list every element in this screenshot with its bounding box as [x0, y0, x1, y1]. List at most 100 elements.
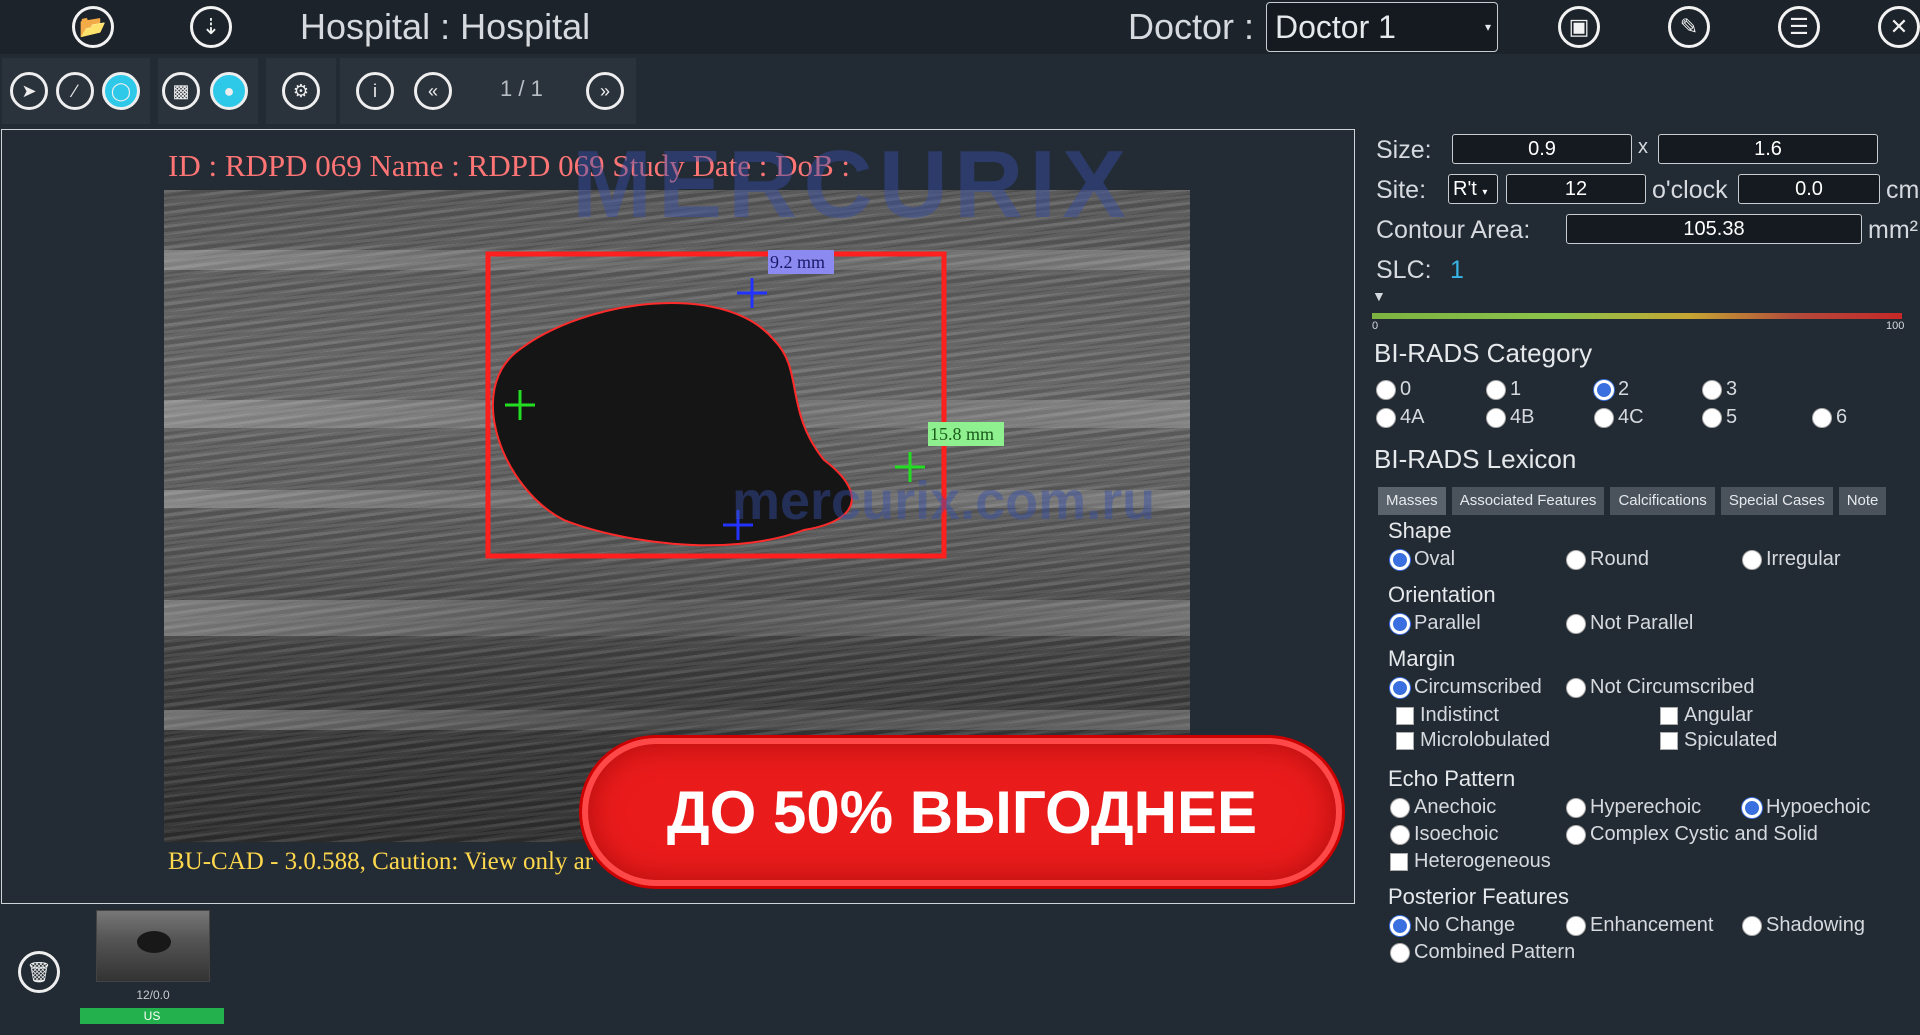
- site-side-select[interactable]: R't ▾: [1448, 174, 1498, 204]
- slider-handle-icon[interactable]: ▼: [1372, 288, 1386, 304]
- roi-icon[interactable]: ◯: [102, 72, 140, 110]
- birads-option-0[interactable]: 0: [1376, 378, 1411, 401]
- option-label: No Change: [1414, 914, 1516, 936]
- size-width-field[interactable]: 0.9: [1452, 134, 1632, 164]
- doctor-select-value: Doctor 1: [1275, 9, 1396, 45]
- tab-special-cases[interactable]: Special Cases: [1720, 487, 1833, 515]
- site-distance-field[interactable]: 0.0: [1738, 174, 1880, 204]
- echo-anechoic[interactable]: Anechoic: [1390, 796, 1496, 819]
- posterior-enhancement[interactable]: Enhancement: [1566, 914, 1713, 937]
- menu-icon[interactable]: ☰: [1778, 6, 1820, 48]
- promo-banner[interactable]: ДО 50% ВЫГОДНЕЕ: [582, 738, 1342, 886]
- orientation-parallel[interactable]: Parallel: [1390, 612, 1481, 635]
- radio-dot-selected: [1742, 797, 1762, 818]
- margin-angular[interactable]: Angular: [1660, 704, 1753, 727]
- trash-icon[interactable]: 🗑: [18, 951, 60, 993]
- pointer-icon[interactable]: ➤: [10, 72, 48, 110]
- ruler-icon[interactable]: ∕: [56, 72, 94, 110]
- chevron-down-icon: ▾: [1482, 187, 1488, 198]
- posterior-combined[interactable]: Combined Pattern: [1390, 941, 1575, 964]
- radio-dot: [1702, 379, 1722, 400]
- margin-circumscribed[interactable]: Circumscribed: [1390, 676, 1542, 699]
- tab-masses[interactable]: Masses: [1378, 487, 1446, 515]
- doctor-select[interactable]: Doctor 1 ▾: [1266, 2, 1498, 52]
- download-icon[interactable]: ⇣: [190, 6, 232, 48]
- birads-option-2[interactable]: 2: [1594, 378, 1629, 401]
- shape-title: Shape: [1388, 518, 1452, 543]
- shape-round[interactable]: Round: [1566, 548, 1649, 571]
- birads-option-label: 4C: [1618, 406, 1644, 428]
- site-clock-field[interactable]: 12: [1506, 174, 1646, 204]
- birads-option-label: 4B: [1510, 406, 1535, 428]
- open-folder-icon[interactable]: 📂: [72, 6, 114, 48]
- birads-option-label: 5: [1726, 406, 1738, 428]
- echo-heterogeneous[interactable]: Heterogeneous: [1390, 850, 1551, 873]
- birads-option-1[interactable]: 1: [1486, 378, 1521, 401]
- settings-icon[interactable]: ⚙: [282, 72, 320, 110]
- option-label: Hypoechoic: [1766, 796, 1871, 818]
- thumbnail-lesion: [137, 931, 171, 953]
- posterior-no-change[interactable]: No Change: [1390, 914, 1515, 937]
- posterior-shadowing[interactable]: Shadowing: [1742, 914, 1865, 937]
- modality-badge: US: [80, 1008, 224, 1024]
- radio-dot-selected: [1390, 915, 1410, 936]
- hospital-label: Hospital : Hospital: [300, 6, 591, 47]
- margin-not-circumscribed[interactable]: Not Circumscribed: [1566, 676, 1754, 699]
- birads-option-3[interactable]: 3: [1702, 378, 1737, 401]
- checkbox-box: [1390, 852, 1408, 871]
- monitor-icon[interactable]: ▩: [162, 72, 200, 110]
- option-label: Spiculated: [1684, 729, 1778, 751]
- malignancy-scale[interactable]: [1372, 313, 1902, 319]
- birads-option-label: 6: [1836, 406, 1848, 428]
- margin-spiculated[interactable]: Spiculated: [1660, 729, 1777, 752]
- echo-hyperechoic[interactable]: Hyperechoic: [1566, 796, 1701, 819]
- radio-dot: [1566, 797, 1586, 818]
- tab-note[interactable]: Note: [1838, 487, 1887, 515]
- tool-group-cad: ▩ ●: [158, 58, 258, 124]
- caution-text: BU-CAD - 3.0.588, Caution: View only ar: [168, 848, 594, 875]
- auto-contour-icon[interactable]: ●: [210, 72, 248, 110]
- birads-option-label: 3: [1726, 378, 1738, 400]
- previous-icon[interactable]: «: [414, 72, 452, 110]
- watermark-url: mercurix.com.ru: [732, 471, 1156, 531]
- info-icon[interactable]: i: [356, 72, 394, 110]
- tab-associated-features[interactable]: Associated Features: [1451, 487, 1605, 515]
- birads-category-title: BI-RADS Category: [1374, 338, 1593, 368]
- birads-option-4c[interactable]: 4C: [1594, 406, 1644, 429]
- tool-group-settings: ⚙: [266, 58, 336, 124]
- orientation-not-parallel[interactable]: Not Parallel: [1566, 612, 1693, 635]
- birads-option-6[interactable]: 6: [1812, 406, 1847, 429]
- tab-calcifications[interactable]: Calcifications: [1610, 487, 1715, 515]
- option-label: Combined Pattern: [1414, 941, 1576, 963]
- watermark: MERCURIX: [572, 131, 1133, 238]
- shape-oval[interactable]: Oval: [1390, 548, 1455, 571]
- oclock-label: o'clock: [1652, 176, 1728, 204]
- margin-microlobulated[interactable]: Microlobulated: [1396, 729, 1550, 752]
- edit-icon[interactable]: ✎: [1668, 6, 1710, 48]
- next-icon[interactable]: »: [586, 72, 624, 110]
- top-bar: 📂 ⇣ Hospital : Hospital Doctor : Doctor …: [0, 0, 1920, 54]
- measure-label-1: 9.2 mm: [770, 252, 825, 272]
- save-icon[interactable]: ▣: [1558, 6, 1600, 48]
- birads-option-4a[interactable]: 4A: [1376, 406, 1424, 429]
- size-height-field[interactable]: 1.6: [1658, 134, 1878, 164]
- option-label: Not Parallel: [1590, 612, 1694, 634]
- birads-option-5[interactable]: 5: [1702, 406, 1737, 429]
- image-thumbnail[interactable]: [96, 910, 210, 982]
- image-viewer[interactable]: ID : RDPD 069 Name : RDPD 069 Study Date…: [1, 129, 1355, 904]
- echo-hypoechoic[interactable]: Hypoechoic: [1742, 796, 1871, 819]
- contour-area-field[interactable]: 105.38: [1566, 214, 1862, 244]
- radio-dot-selected: [1390, 677, 1410, 698]
- margin-indistinct[interactable]: Indistinct: [1396, 704, 1499, 727]
- slc-label: SLC:: [1376, 256, 1432, 284]
- close-icon[interactable]: ✕: [1878, 6, 1920, 48]
- option-label: Angular: [1684, 704, 1753, 726]
- echo-isoechoic[interactable]: Isoechoic: [1390, 823, 1499, 846]
- echo-complex[interactable]: Complex Cystic and Solid: [1566, 823, 1818, 846]
- shape-irregular[interactable]: Irregular: [1742, 548, 1840, 571]
- lexicon-tabs: Masses Associated Features Calcification…: [1378, 487, 1887, 515]
- birads-option-4b[interactable]: 4B: [1486, 406, 1534, 429]
- page-indicator: 1 / 1: [500, 76, 543, 101]
- chevron-down-icon: ▾: [1484, 20, 1491, 34]
- radio-dot: [1376, 379, 1396, 400]
